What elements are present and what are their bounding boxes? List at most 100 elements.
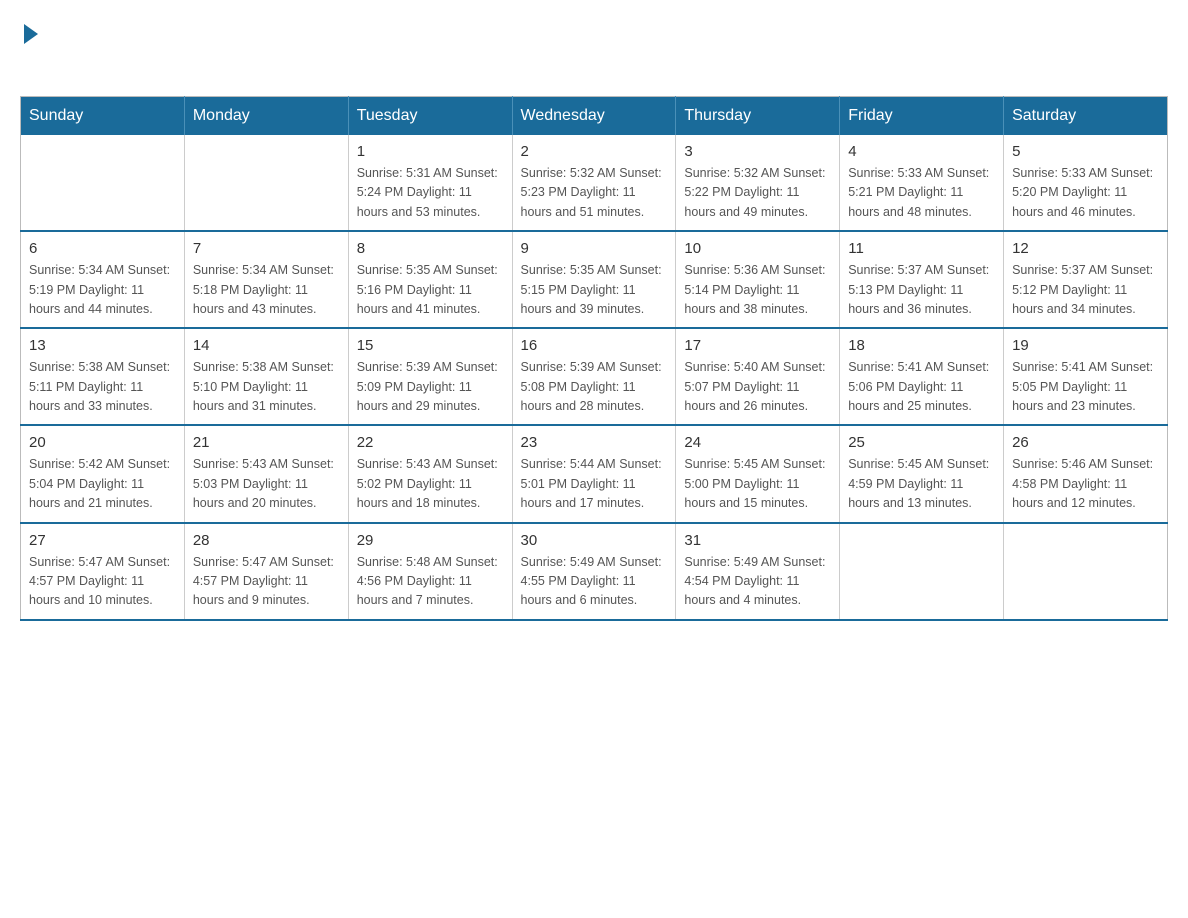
calendar-day-cell: 29 Sunrise: 5:48 AM Sunset: 4:56 PM Dayli… [348,523,512,620]
day-info: Sunrise: 5:39 AM Sunset: 5:09 PM Dayligh… [357,358,504,416]
logo [20,20,38,76]
calendar-week-row: 1Sunrise: 5:31 AM Sunset: 5:24 PM Daylig… [21,135,1168,231]
calendar-body: 1Sunrise: 5:31 AM Sunset: 5:24 PM Daylig… [21,135,1168,620]
day-info: Sunrise: 5:35 AM Sunset: 5:15 PM Dayligh… [521,261,668,319]
day-number: 14 [193,337,340,354]
days-of-week-row: SundayMondayTuesdayWednesdayThursdayFrid… [21,97,1168,136]
day-number: 29 [357,532,504,549]
day-info: Sunrise: 5:39 AM Sunset: 5:08 PM Dayligh… [521,358,668,416]
day-number: 23 [521,434,668,451]
calendar-day-cell: 31 Sunrise: 5:49 AM Sunset: 4:54 PM Dayli… [676,523,840,620]
day-info: Sunrise: 5:47 AM Sunset: 4:57 PM Dayligh… [193,553,340,611]
day-info: Sunrise: 5:32 AM Sunset: 5:23 PM Dayligh… [521,164,668,222]
day-info: Sunrise: 5:34 AM Sunset: 5:18 PM Dayligh… [193,261,340,319]
calendar-day-cell: 9 Sunrise: 5:35 AM Sunset: 5:15 PM Daylig… [512,231,676,328]
day-of-week-header: Monday [184,97,348,136]
calendar-day-cell: 22Sunrise: 5:43 AM Sunset: 5:02 PM Dayli… [348,425,512,522]
day-number: 26 [1012,434,1159,451]
calendar-day-cell: 12Sunrise: 5:37 AM Sunset: 5:12 PM Dayli… [1004,231,1168,328]
calendar-day-cell: 28Sunrise: 5:47 AM Sunset: 4:57 PM Dayli… [184,523,348,620]
day-number: 20 [29,434,176,451]
calendar-day-cell: 17 Sunrise: 5:40 AM Sunset: 5:07 PM Dayli… [676,328,840,425]
calendar-day-cell: 8Sunrise: 5:35 AM Sunset: 5:16 PM Daylig… [348,231,512,328]
calendar-day-cell: 20 Sunrise: 5:42 AM Sunset: 5:04 PM Dayli… [21,425,185,522]
day-info: Sunrise: 5:48 AM Sunset: 4:56 PM Dayligh… [357,553,504,611]
calendar-day-cell: 27 Sunrise: 5:47 AM Sunset: 4:57 PM Dayli… [21,523,185,620]
logo-arrow-icon [24,24,38,44]
day-number: 11 [848,240,995,257]
day-info: Sunrise: 5:49 AM Sunset: 4:54 PM Dayligh… [684,553,831,611]
day-number: 31 [684,532,831,549]
calendar-day-cell: 6Sunrise: 5:34 AM Sunset: 5:19 PM Daylig… [21,231,185,328]
calendar-day-cell: 24 Sunrise: 5:45 AM Sunset: 5:00 PM Dayli… [676,425,840,522]
calendar-day-cell: 23 Sunrise: 5:44 AM Sunset: 5:01 PM Dayli… [512,425,676,522]
calendar-day-cell: 16 Sunrise: 5:39 AM Sunset: 5:08 PM Dayli… [512,328,676,425]
day-info: Sunrise: 5:43 AM Sunset: 5:02 PM Dayligh… [357,455,504,513]
calendar-week-row: 6Sunrise: 5:34 AM Sunset: 5:19 PM Daylig… [21,231,1168,328]
day-number: 5 [1012,143,1159,160]
calendar-day-cell: 1Sunrise: 5:31 AM Sunset: 5:24 PM Daylig… [348,135,512,231]
day-number: 1 [357,143,504,160]
day-number: 12 [1012,240,1159,257]
day-number: 16 [521,337,668,354]
day-info: Sunrise: 5:41 AM Sunset: 5:06 PM Dayligh… [848,358,995,416]
day-info: Sunrise: 5:49 AM Sunset: 4:55 PM Dayligh… [521,553,668,611]
calendar-day-cell: 2Sunrise: 5:32 AM Sunset: 5:23 PM Daylig… [512,135,676,231]
calendar-day-cell: 15Sunrise: 5:39 AM Sunset: 5:09 PM Dayli… [348,328,512,425]
day-info: Sunrise: 5:47 AM Sunset: 4:57 PM Dayligh… [29,553,176,611]
day-of-week-header: Sunday [21,97,185,136]
day-number: 27 [29,532,176,549]
day-info: Sunrise: 5:33 AM Sunset: 5:21 PM Dayligh… [848,164,995,222]
day-of-week-header: Saturday [1004,97,1168,136]
day-number: 4 [848,143,995,160]
day-info: Sunrise: 5:32 AM Sunset: 5:22 PM Dayligh… [684,164,831,222]
calendar-header: SundayMondayTuesdayWednesdayThursdayFrid… [21,97,1168,136]
day-number: 10 [684,240,831,257]
calendar-day-cell [184,135,348,231]
day-number: 24 [684,434,831,451]
calendar-day-cell: 18 Sunrise: 5:41 AM Sunset: 5:06 PM Dayli… [840,328,1004,425]
day-number: 17 [684,337,831,354]
calendar-day-cell: 7 Sunrise: 5:34 AM Sunset: 5:18 PM Daylig… [184,231,348,328]
day-of-week-header: Friday [840,97,1004,136]
calendar-table: SundayMondayTuesdayWednesdayThursdayFrid… [20,96,1168,621]
day-number: 19 [1012,337,1159,354]
day-number: 18 [848,337,995,354]
calendar-day-cell: 5 Sunrise: 5:33 AM Sunset: 5:20 PM Daylig… [1004,135,1168,231]
day-number: 13 [29,337,176,354]
day-number: 30 [521,532,668,549]
day-info: Sunrise: 5:45 AM Sunset: 5:00 PM Dayligh… [684,455,831,513]
day-info: Sunrise: 5:45 AM Sunset: 4:59 PM Dayligh… [848,455,995,513]
calendar-day-cell: 30 Sunrise: 5:49 AM Sunset: 4:55 PM Dayli… [512,523,676,620]
calendar-day-cell: 21Sunrise: 5:43 AM Sunset: 5:03 PM Dayli… [184,425,348,522]
day-of-week-header: Thursday [676,97,840,136]
day-info: Sunrise: 5:44 AM Sunset: 5:01 PM Dayligh… [521,455,668,513]
calendar-week-row: 27 Sunrise: 5:47 AM Sunset: 4:57 PM Dayli… [21,523,1168,620]
day-info: Sunrise: 5:38 AM Sunset: 5:11 PM Dayligh… [29,358,176,416]
calendar-day-cell: 13 Sunrise: 5:38 AM Sunset: 5:11 PM Dayli… [21,328,185,425]
day-info: Sunrise: 5:42 AM Sunset: 5:04 PM Dayligh… [29,455,176,513]
calendar-day-cell: 4 Sunrise: 5:33 AM Sunset: 5:21 PM Daylig… [840,135,1004,231]
calendar-day-cell: 3 Sunrise: 5:32 AM Sunset: 5:22 PM Daylig… [676,135,840,231]
day-number: 21 [193,434,340,451]
day-info: Sunrise: 5:40 AM Sunset: 5:07 PM Dayligh… [684,358,831,416]
calendar-day-cell: 19 Sunrise: 5:41 AM Sunset: 5:05 PM Dayli… [1004,328,1168,425]
calendar-day-cell [1004,523,1168,620]
calendar-day-cell: 10 Sunrise: 5:36 AM Sunset: 5:14 PM Dayli… [676,231,840,328]
calendar-week-row: 20 Sunrise: 5:42 AM Sunset: 5:04 PM Dayli… [21,425,1168,522]
day-of-week-header: Wednesday [512,97,676,136]
page-header [20,20,1168,76]
calendar-day-cell: 11 Sunrise: 5:37 AM Sunset: 5:13 PM Dayli… [840,231,1004,328]
day-number: 3 [684,143,831,160]
day-info: Sunrise: 5:37 AM Sunset: 5:13 PM Dayligh… [848,261,995,319]
day-info: Sunrise: 5:36 AM Sunset: 5:14 PM Dayligh… [684,261,831,319]
day-number: 8 [357,240,504,257]
day-of-week-header: Tuesday [348,97,512,136]
day-number: 9 [521,240,668,257]
day-info: Sunrise: 5:33 AM Sunset: 5:20 PM Dayligh… [1012,164,1159,222]
day-info: Sunrise: 5:46 AM Sunset: 4:58 PM Dayligh… [1012,455,1159,513]
calendar-day-cell: 25Sunrise: 5:45 AM Sunset: 4:59 PM Dayli… [840,425,1004,522]
day-info: Sunrise: 5:41 AM Sunset: 5:05 PM Dayligh… [1012,358,1159,416]
day-info: Sunrise: 5:38 AM Sunset: 5:10 PM Dayligh… [193,358,340,416]
day-number: 7 [193,240,340,257]
